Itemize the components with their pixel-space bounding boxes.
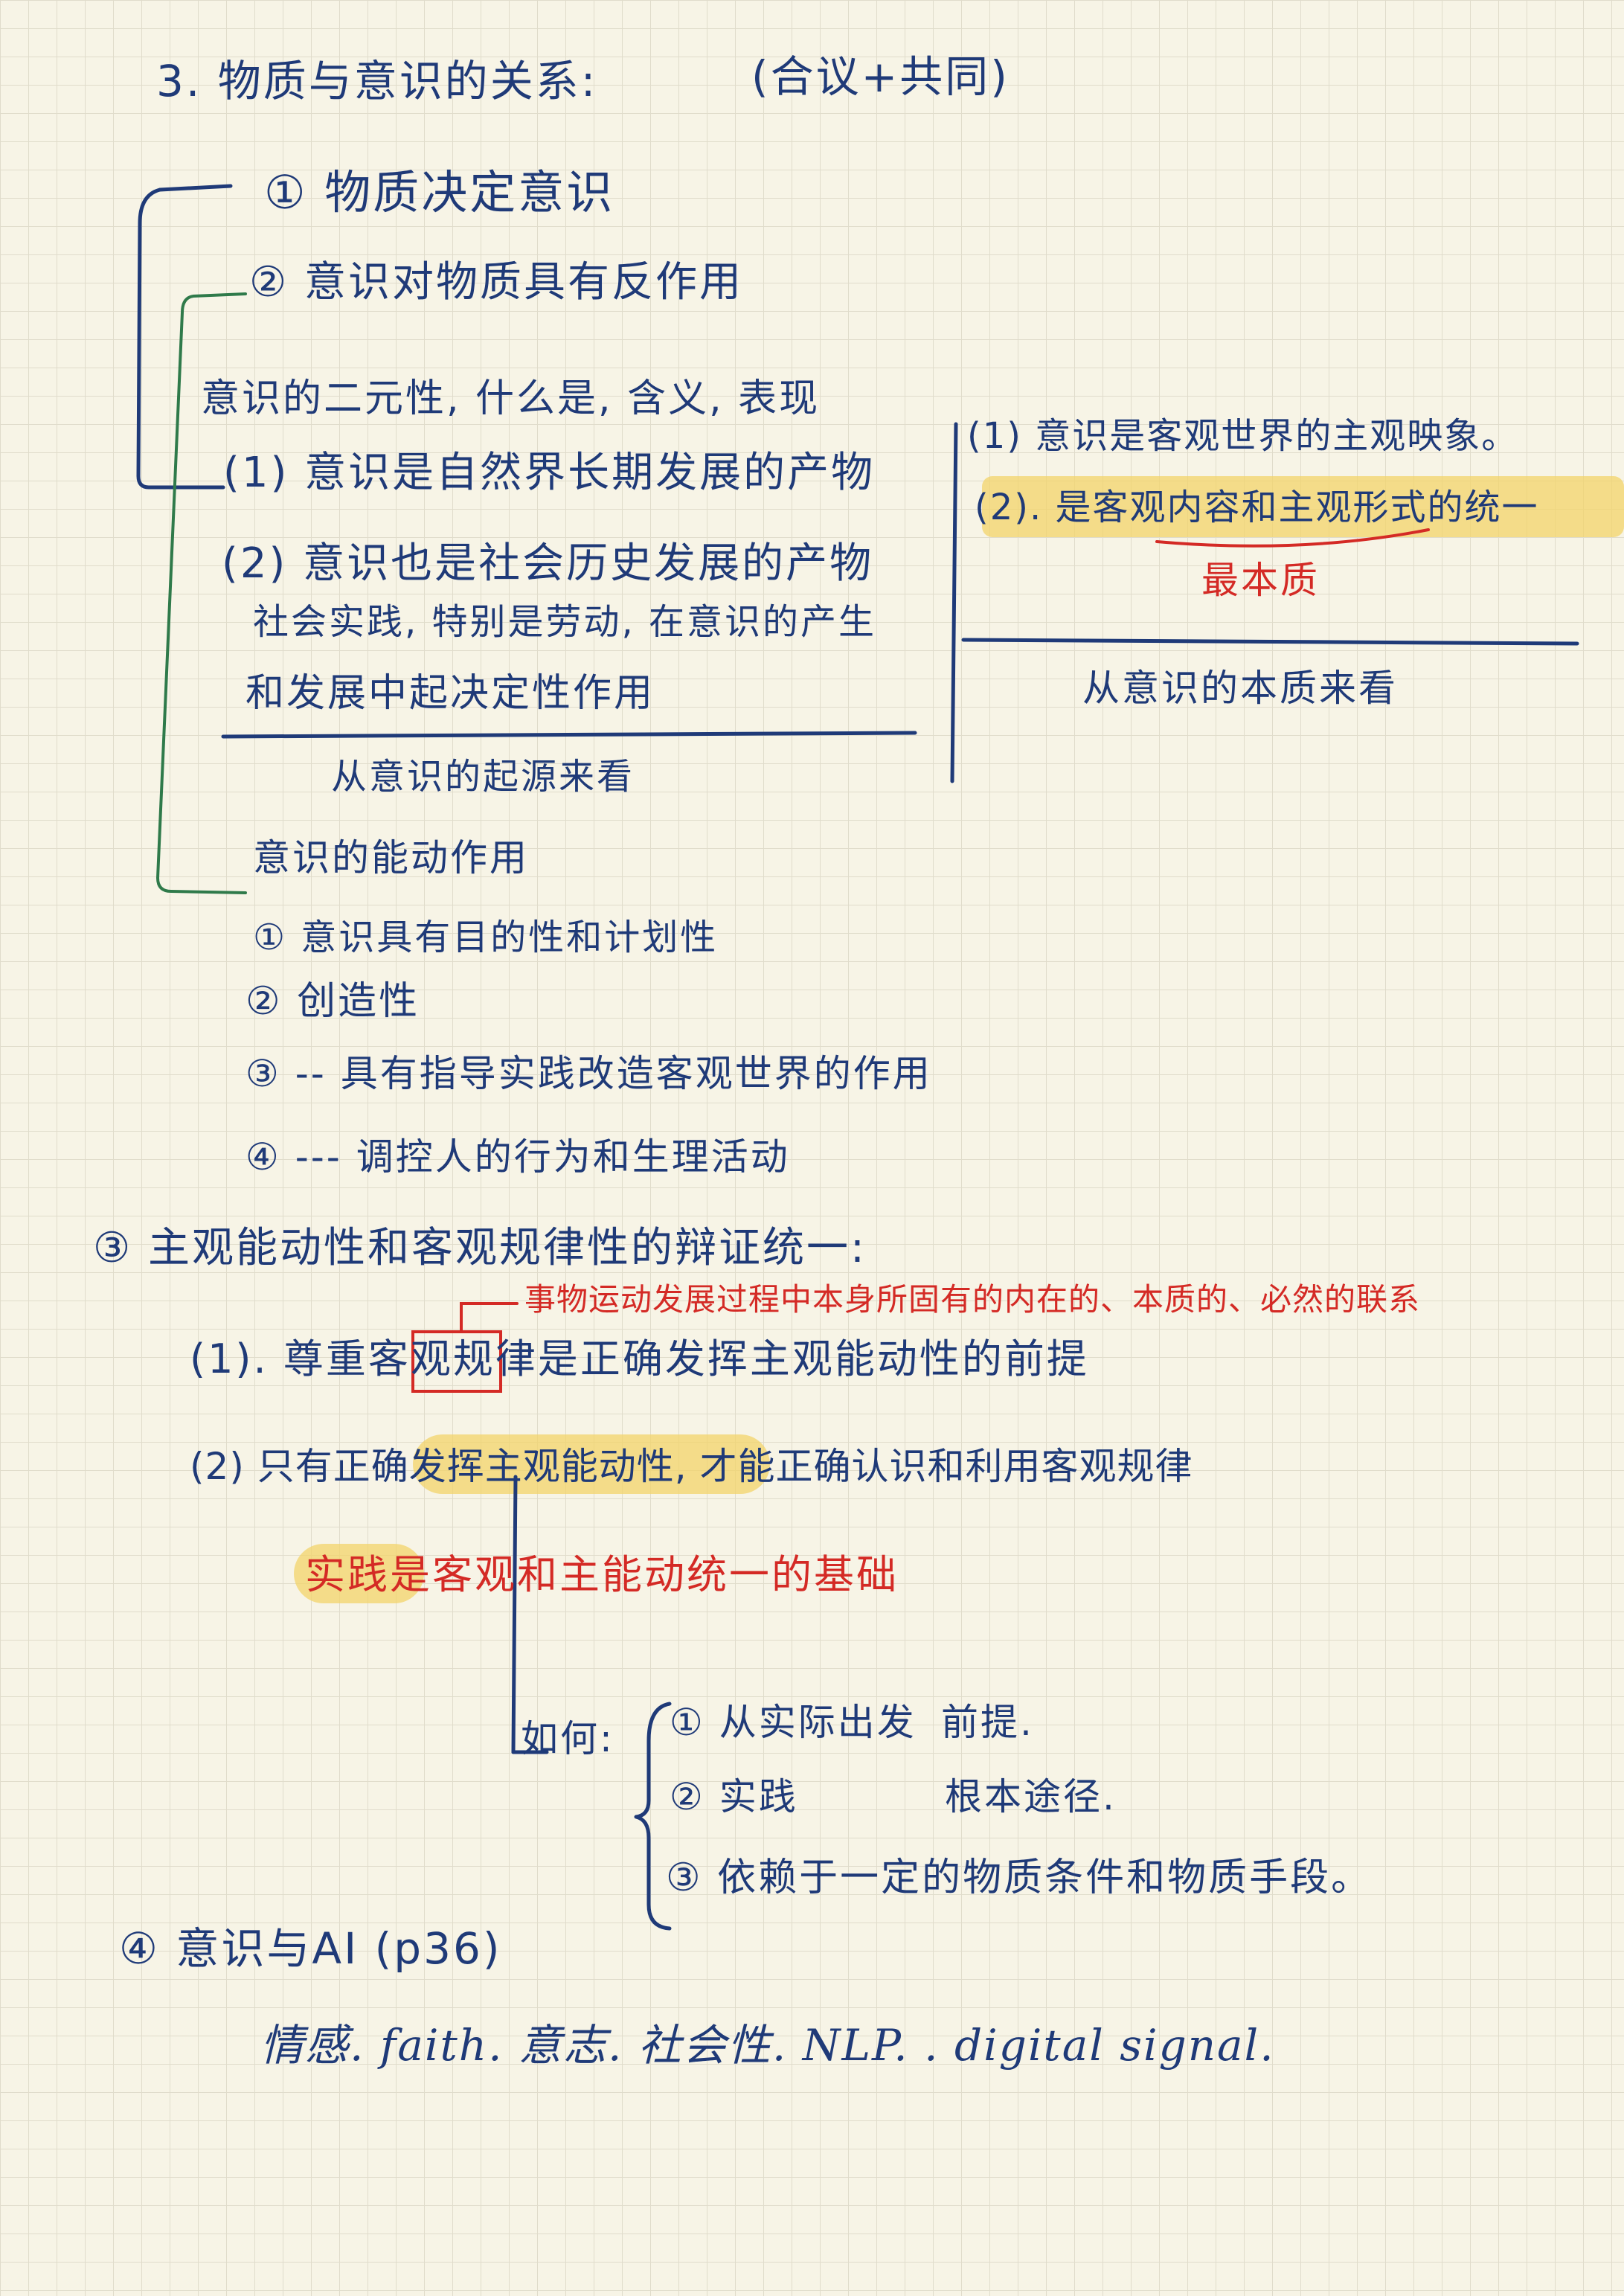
initiative-item-2: ② 创造性 [245, 979, 420, 1024]
initiative-item-1: ① 意识具有目的性和计划性 [253, 917, 719, 958]
ai-keywords: 情感. faith. 意志. 社会性. NLP. . digital signa… [260, 2020, 1275, 2071]
origin-item-2: (2) 意识也是社会历史发展的产物 [222, 539, 874, 588]
part3-heading: ③ 主观能动性和客观规律性的辩证统一: [93, 1224, 867, 1272]
initiative-item-3: ③ -- 具有指导实践改造客观世界的作用 [245, 1052, 932, 1095]
how-item-2-tag: 根本途径. [945, 1775, 1117, 1818]
page-title: 3. 物质与意识的关系: [156, 56, 598, 106]
origin-item-4: 和发展中起决定性作用 [245, 671, 655, 716]
practice-basis: 实践是客观和主能动统一的基础 [305, 1551, 899, 1598]
how-item-2: ② 实践 [670, 1775, 798, 1818]
origin-heading: 意识的二元性, 什么是, 含义, 表现 [201, 376, 821, 421]
title-note: (合议+共同) [751, 51, 1010, 102]
origin-caption: 从意识的起源来看 [331, 756, 635, 798]
part3-item-2: (2) 只有正确发挥主观能动性, 才能正确认识和利用客观规律 [190, 1445, 1193, 1488]
essence-caption: 从意识的本质来看 [1082, 667, 1398, 710]
part3-item-1: (1). 尊重客观规律是正确发挥主观能动性的前提 [190, 1335, 1089, 1382]
part2-heading: ② 意识对物质具有反作用 [249, 258, 744, 307]
essence-note: 最本质 [1201, 559, 1320, 602]
initiative-heading: 意识的能动作用 [253, 836, 529, 879]
part4-heading: ④ 意识与AI (p36) [119, 1923, 502, 1974]
how-item-1-tag: 前提. [941, 1701, 1034, 1744]
part1-heading: ① 物质决定意识 [264, 165, 615, 219]
how-item-3: ③ 依赖于一定的物质条件和物质手段。 [666, 1856, 1373, 1900]
how-label: 如何: [521, 1717, 614, 1760]
how-item-1: ① 从实际出发 [670, 1701, 917, 1744]
law-note: 事物运动发展过程中本身所固有的内在的、本质的、必然的联系 [524, 1281, 1421, 1318]
origin-item-1: (1) 意识是自然界长期发展的产物 [223, 449, 876, 497]
initiative-item-4: ④ --- 调控人的行为和生理活动 [245, 1135, 790, 1179]
origin-item-3: 社会实践, 特别是劳动, 在意识的产生 [253, 601, 877, 643]
essence-item-1: (1) 意识是客观世界的主观映象。 [967, 415, 1519, 457]
essence-item-2: (2). 是客观内容和主观形式的统一 [975, 487, 1539, 528]
